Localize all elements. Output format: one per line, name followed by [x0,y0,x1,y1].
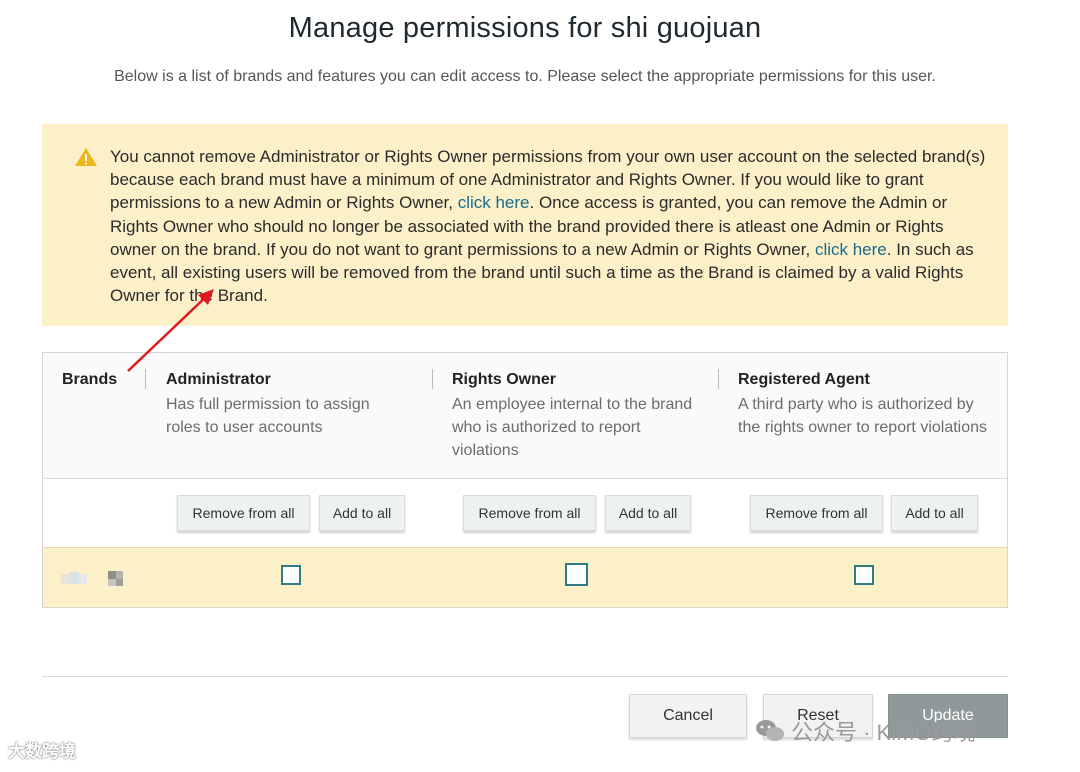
bulk-actions-row: Remove from all Add to all Remove from a… [43,479,1007,548]
column-rights-owner: Rights Owner An employee internal to the… [452,371,702,462]
column-description: A third party who is authorized by the r… [738,396,988,436]
registered-agent-remove-from-all-button[interactable]: Remove from all [750,495,883,531]
rights-owner-checkbox[interactable] [565,563,588,586]
page-subtitle: Below is a list of brands and features y… [114,68,936,85]
column-registered-agent: Registered Agent A third party who is au… [738,371,988,439]
column-administrator: Administrator Has full permission to ass… [166,371,416,439]
warning-icon [75,148,97,166]
administrator-checkbox[interactable] [281,565,301,585]
column-description: Has full permission to assign roles to u… [166,396,370,436]
column-description: An employee internal to the brand who is… [452,396,693,459]
table-row [43,548,1007,607]
rights-owner-remove-from-all-button[interactable]: Remove from all [463,495,596,531]
column-divider [718,369,719,389]
rights-owner-add-to-all-button[interactable]: Add to all [605,495,691,531]
click-here-link-1[interactable]: click here [458,193,530,212]
column-title: Rights Owner [452,371,557,388]
column-divider [432,369,433,389]
administrator-add-to-all-button[interactable]: Add to all [319,495,405,531]
brand-name-redacted [61,571,123,586]
permissions-table: Brands Administrator Has full permission… [42,352,1008,608]
red-arrow-annotation [127,289,214,372]
registered-agent-add-to-all-button[interactable]: Add to all [891,495,978,531]
brands-column-header: Brands [62,371,118,388]
column-title: Registered Agent [738,371,870,388]
watermark-left: 大数跨境 [8,737,76,762]
page-title: Manage permissions for shi guojuan [288,12,762,44]
registered-agent-checkbox[interactable] [854,565,874,585]
footer-divider [42,676,1008,677]
click-here-link-2[interactable]: click here [815,240,887,259]
watermark-left-text: 大数跨境 [8,742,76,761]
cancel-button[interactable]: Cancel [629,694,747,738]
administrator-remove-from-all-button[interactable]: Remove from all [177,495,310,531]
watermark-right: 公众号 · KiMO跨境 [755,715,976,747]
wechat-icon [756,720,784,741]
watermark-right-text: 公众号 · KiMO跨境 [791,720,976,745]
alert-message: You cannot remove Administrator or Right… [110,145,990,307]
